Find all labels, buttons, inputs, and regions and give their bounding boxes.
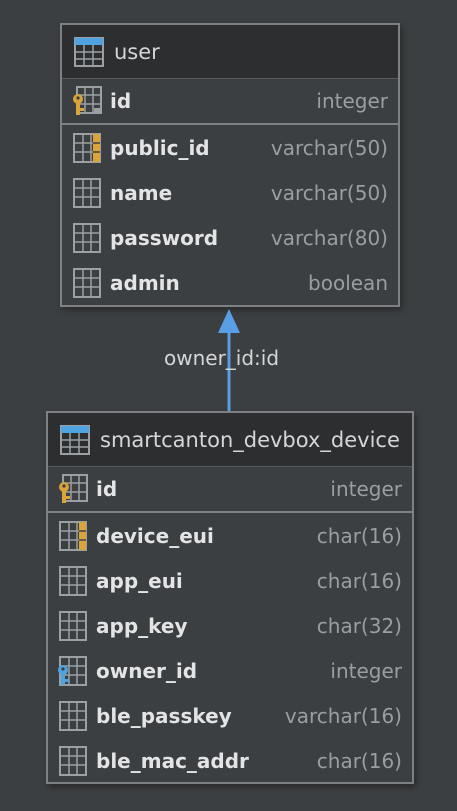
column-name: app_eui <box>96 568 183 593</box>
column-type: char(16) <box>316 568 402 593</box>
column-name: id <box>96 477 118 501</box>
column-type: char(16) <box>316 523 402 548</box>
column-icon <box>58 745 88 776</box>
column-name: ble_passkey <box>96 703 232 728</box>
column-row-app_key[interactable]: app_key char(32) <box>48 603 412 648</box>
column-type: integer <box>330 658 402 683</box>
column-row-app_eui[interactable]: app_eui char(16) <box>48 558 412 603</box>
column-row-ble_mac_addr[interactable]: ble_mac_addr char(16) <box>48 738 412 783</box>
unique-column-icon <box>58 520 88 551</box>
column-icon <box>58 565 88 596</box>
column-name: device_eui <box>96 523 214 548</box>
column-row-owner_id[interactable]: owner_id integer <box>48 648 412 693</box>
column-type: char(32) <box>316 613 402 638</box>
column-name: owner_id <box>96 658 198 683</box>
column-row-device_eui[interactable]: device_eui char(16) <box>48 513 412 558</box>
column-icon <box>58 700 88 731</box>
column-icon <box>58 610 88 641</box>
foreign-key-icon <box>58 655 88 686</box>
device-table-header[interactable]: smartcanton_devbox_device <box>48 413 412 467</box>
column-row-ble_passkey[interactable]: ble_passkey varchar(16) <box>48 693 412 738</box>
relation-label: owner_id:id <box>164 346 280 370</box>
device-columns: device_eui char(16) app_eui char(16) app_key… <box>48 513 412 783</box>
column-type: char(16) <box>316 748 402 773</box>
pk-row[interactable]: id integer <box>48 467 412 513</box>
column-name: ble_mac_addr <box>96 748 249 773</box>
table-title: smartcanton_devbox_device <box>100 427 400 452</box>
column-name: app_key <box>96 613 188 638</box>
device-table[interactable]: smartcanton_devbox_device id integer dev… <box>46 411 414 784</box>
column-type: varchar(16) <box>284 703 402 728</box>
primary-key-icon <box>58 474 88 504</box>
column-type: integer <box>330 477 402 501</box>
table-icon <box>60 424 90 455</box>
